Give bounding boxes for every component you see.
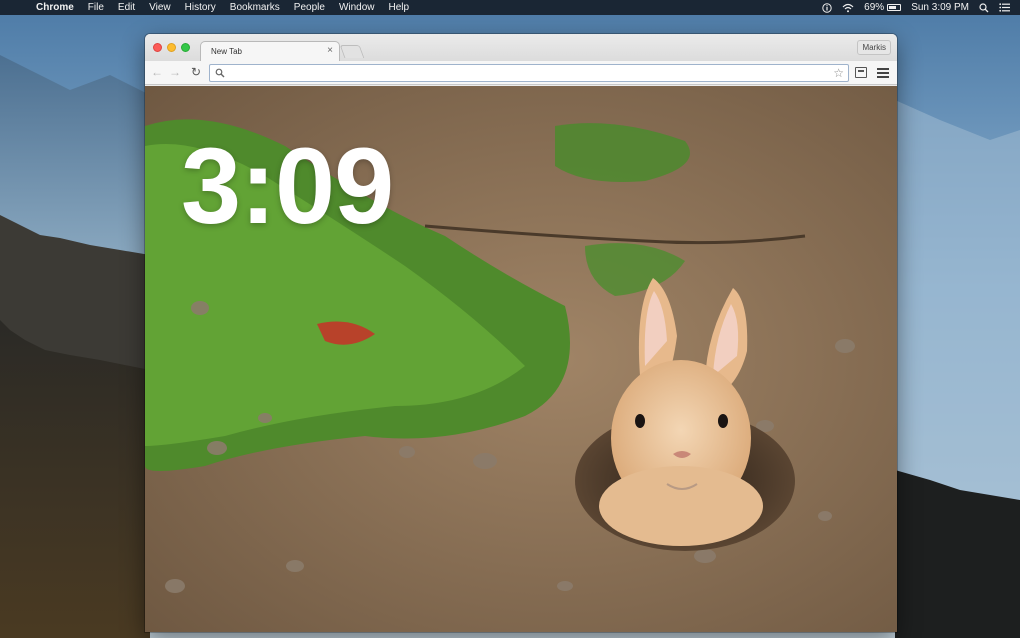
tab-new-tab[interactable]: New Tab ×	[200, 41, 340, 61]
status-area: 69% Sun 3:09 PM	[822, 0, 1020, 15]
info-icon[interactable]	[822, 2, 832, 13]
menu-bar: Chrome File Edit View History Bookmarks …	[0, 0, 1020, 15]
battery-indicator[interactable]: 69%	[864, 0, 902, 15]
menu-window[interactable]: Window	[339, 0, 375, 15]
profile-button[interactable]: Markis	[857, 40, 891, 55]
close-window-button[interactable]	[153, 43, 162, 52]
omnibox[interactable]: ☆	[209, 64, 849, 82]
chrome-menu-icon[interactable]	[877, 68, 889, 78]
extension-icon[interactable]	[855, 67, 867, 78]
menu-edit[interactable]: Edit	[118, 0, 135, 15]
wifi-icon[interactable]	[842, 3, 854, 13]
menu-help[interactable]: Help	[389, 0, 410, 15]
omnibox-input[interactable]	[228, 66, 828, 80]
battery-percent: 69%	[864, 2, 885, 13]
new-tab-clock: 3:09	[181, 125, 394, 246]
battery-icon	[887, 4, 902, 11]
menu-chrome[interactable]: Chrome	[36, 0, 74, 15]
new-tab-button[interactable]	[339, 45, 365, 58]
menu-view[interactable]: View	[149, 0, 171, 15]
menu-history[interactable]: History	[185, 0, 216, 15]
notification-center-icon[interactable]	[999, 3, 1010, 12]
tab-close-icon[interactable]: ×	[327, 45, 333, 56]
forward-button[interactable]: →	[169, 65, 181, 79]
clock-datetime[interactable]: Sun 3:09 PM	[911, 0, 969, 15]
browser-toolbar: ← → ↻ ☆	[145, 61, 897, 85]
tab-title: New Tab	[211, 47, 242, 56]
tab-strip: New Tab × Markis	[145, 34, 897, 61]
reload-button[interactable]: ↻	[191, 65, 201, 79]
minimize-window-button[interactable]	[167, 43, 176, 52]
menu-file[interactable]: File	[88, 0, 104, 15]
browser-window: New Tab × Markis ← → ↻ ☆ 3:09	[145, 34, 897, 632]
zoom-window-button[interactable]	[181, 43, 190, 52]
spotlight-icon[interactable]	[979, 2, 989, 13]
menu-bookmarks[interactable]: Bookmarks	[230, 0, 280, 15]
menu-people[interactable]: People	[294, 0, 325, 15]
back-button[interactable]: ←	[151, 65, 163, 79]
new-tab-page: 3:09	[145, 86, 897, 632]
bookmark-star-icon[interactable]: ☆	[833, 66, 844, 80]
search-icon	[215, 68, 225, 78]
